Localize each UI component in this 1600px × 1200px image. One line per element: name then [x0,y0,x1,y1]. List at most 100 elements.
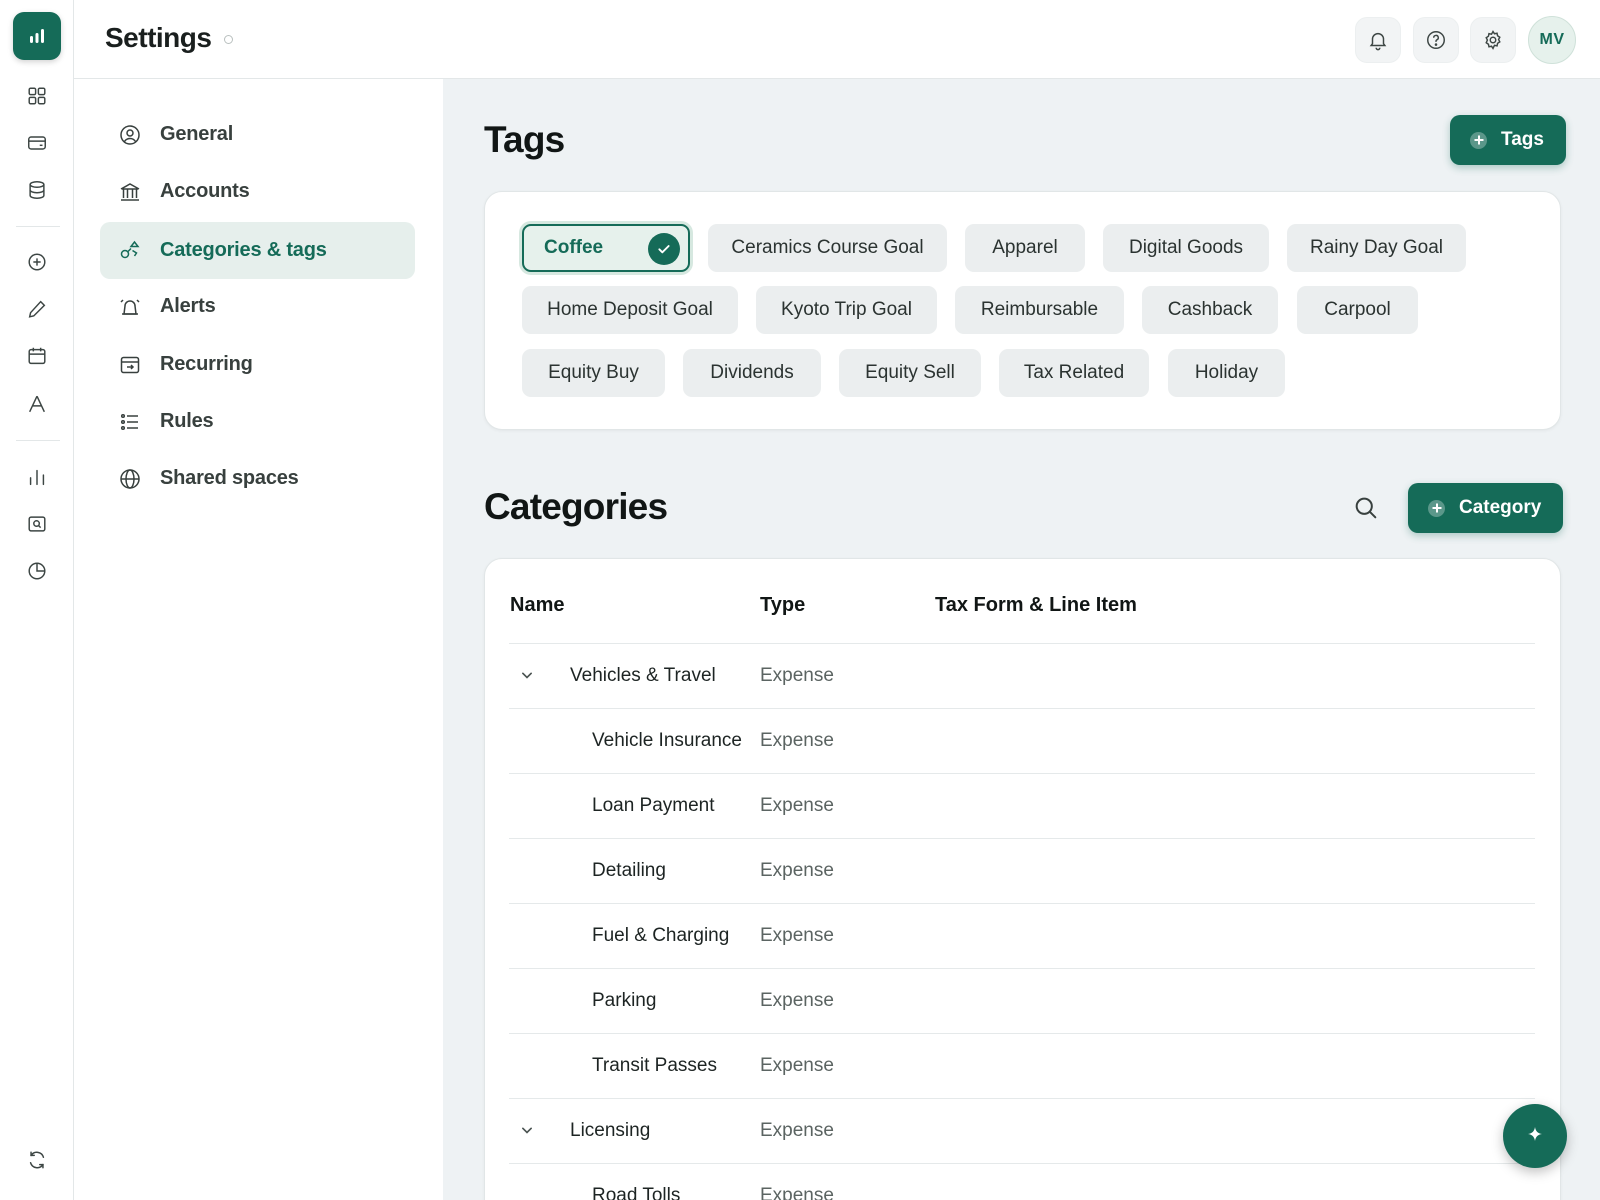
plus-icon [1428,499,1445,517]
settings-nav-rules[interactable]: Rules [100,393,415,450]
category-row[interactable]: Detailing Expense [509,840,1535,904]
column-header-name[interactable]: Name [510,594,564,617]
settings-nav-shared-spaces[interactable]: Shared spaces [100,450,415,507]
row-divider [509,708,1535,709]
tag-chip[interactable]: Dividends [683,349,821,397]
add-circle-icon[interactable] [21,246,53,278]
settings-nav-accounts[interactable]: Accounts [100,163,415,220]
triangle-icon[interactable] [21,388,53,420]
tag-chip[interactable]: Home Deposit Goal [522,286,738,334]
search-icon[interactable] [1352,494,1380,522]
category-row-parent[interactable]: Vehicles & Travel Expense [509,645,1535,709]
category-row[interactable]: Fuel & Charging Expense [509,905,1535,969]
tag-chip[interactable]: Equity Buy [522,349,665,397]
settings-nav: General Accounts Categories & tags Alert… [74,79,443,1200]
page-title: Settings [105,22,212,53]
nav-label: General [160,123,234,145]
ai-assistant-button[interactable] [1503,1104,1567,1168]
nav-label: Recurring [160,353,253,375]
column-header-tax[interactable]: Tax Form & Line Item [935,594,1137,617]
chevron-down-icon[interactable] [517,665,537,685]
nav-label: Categories & tags [160,239,327,261]
top-header: Settings MV [74,0,1600,79]
tag-chip-selected[interactable]: Coffee [522,224,690,272]
tag-chip[interactable]: Rainy Day Goal [1287,224,1466,272]
pencil-icon[interactable] [21,293,53,325]
add-tag-button[interactable]: Tags [1450,115,1566,165]
nav-label: Alerts [160,295,216,317]
tag-chip[interactable]: Equity Sell [839,349,981,397]
add-tag-label: Tags [1501,129,1544,150]
sparkle-icon [1528,1127,1542,1141]
tag-chip[interactable]: Holiday [1168,349,1285,397]
settings-nav-general[interactable]: General [100,106,415,163]
plus-icon [1470,131,1487,149]
help-button[interactable] [1413,17,1459,63]
sync-icon[interactable] [21,1144,53,1176]
rail-divider [16,440,60,441]
category-type: Expense [760,665,834,686]
notifications-button[interactable] [1355,17,1401,63]
gear-icon [1485,30,1501,50]
category-row[interactable]: Transit Passes Expense [509,1035,1535,1099]
row-divider [509,903,1535,904]
category-row[interactable]: Loan Payment Expense [509,775,1535,839]
category-type: Expense [760,1055,834,1076]
category-type: Expense [760,1185,834,1200]
tag-chip[interactable]: Cashback [1142,286,1278,334]
database-icon[interactable] [21,174,53,206]
check-icon [648,233,680,265]
nav-label: Rules [160,410,214,432]
tag-chip[interactable]: Ceramics Course Goal [708,224,947,272]
calendar-icon[interactable] [21,340,53,372]
bar-chart-icon[interactable] [21,461,53,493]
shapes-icon [120,240,140,258]
help-icon [1427,31,1445,49]
category-row[interactable]: Road Tolls Expense [509,1165,1535,1200]
category-name: Vehicles & Travel [570,665,716,686]
bell-icon [1369,32,1387,51]
app-logo-icon[interactable] [13,12,61,60]
rail-divider [16,226,60,227]
row-divider [509,773,1535,774]
category-type: Expense [760,860,834,881]
settings-button[interactable] [1470,17,1516,63]
category-type: Expense [760,925,834,946]
chevron-down-icon[interactable] [517,1120,537,1140]
category-name: Transit Passes [592,1055,717,1076]
tag-chip[interactable]: Digital Goods [1103,224,1269,272]
category-row[interactable]: Vehicle Insurance Expense [509,710,1535,774]
list-icon [120,413,138,430]
dashboard-icon[interactable] [21,80,53,112]
category-row[interactable]: Parking Expense [509,970,1535,1034]
settings-nav-recurring[interactable]: Recurring [100,336,415,393]
tag-chip[interactable]: Carpool [1297,286,1418,334]
bank-icon [120,182,140,201]
settings-nav-categories-tags[interactable]: Categories & tags [100,222,415,279]
settings-nav-alerts[interactable]: Alerts [100,278,415,335]
row-divider [509,1163,1535,1164]
add-category-button[interactable]: Category [1408,483,1564,533]
pie-chart-icon[interactable] [21,555,53,587]
category-row-parent[interactable]: Licensing Expense [509,1100,1535,1164]
tag-chip[interactable]: Apparel [965,224,1085,272]
avatar[interactable]: MV [1528,16,1576,64]
category-type: Expense [760,795,834,816]
user-circle-icon [120,124,140,145]
tag-chip[interactable]: Tax Related [999,349,1149,397]
globe-icon [120,468,140,489]
add-category-label: Category [1459,497,1542,518]
nav-label: Accounts [160,180,250,202]
category-name: Road Tolls [592,1185,681,1200]
category-name: Licensing [570,1120,651,1141]
search-document-icon[interactable] [21,508,53,540]
column-header-type[interactable]: Type [760,594,805,617]
status-dot-icon [224,35,233,44]
categories-section-title: Categories [484,486,668,527]
alarm-icon [120,298,140,315]
tag-label: Coffee [544,237,604,258]
wallet-icon[interactable] [21,127,53,159]
tag-chip[interactable]: Reimbursable [955,286,1124,334]
category-type: Expense [760,730,834,751]
tag-chip[interactable]: Kyoto Trip Goal [756,286,937,334]
